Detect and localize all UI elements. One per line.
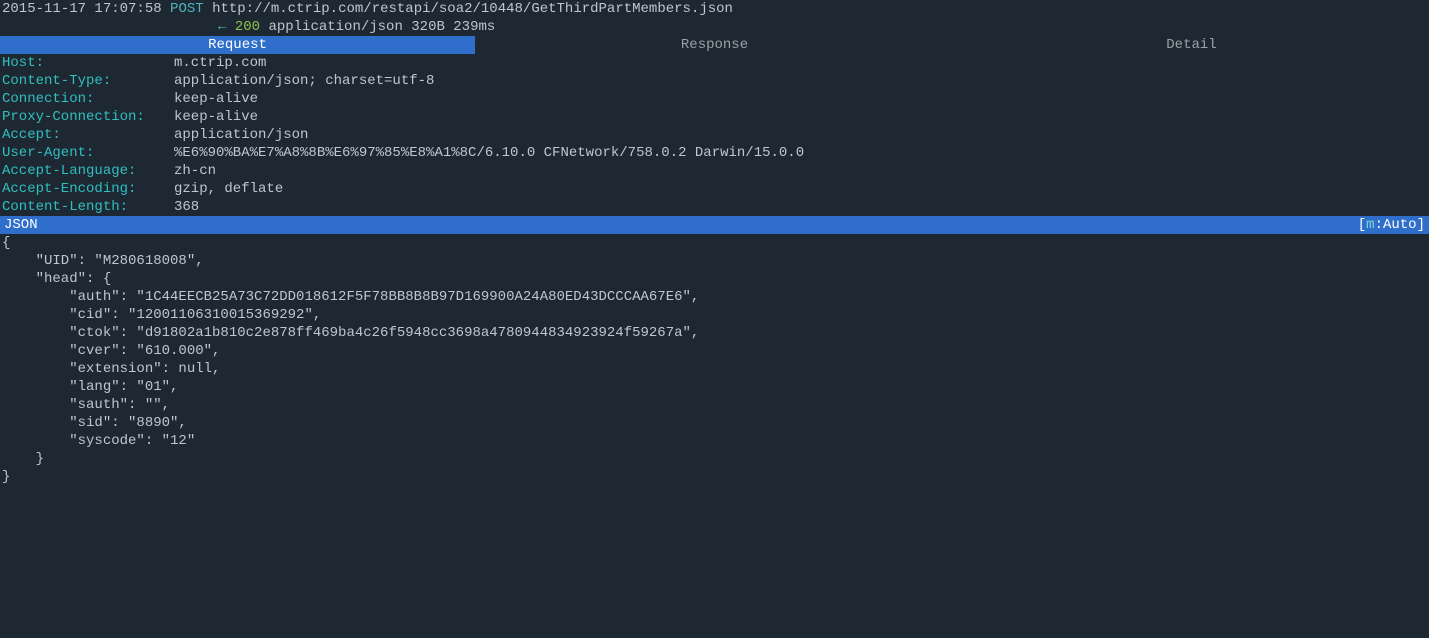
response-time: 239ms	[453, 19, 495, 35]
request-body[interactable]: { "UID": "M280618008", "head": { "auth":…	[0, 234, 1429, 486]
header-key: Proxy-Connection:	[2, 108, 174, 126]
summary-line-1: 2015-11-17 17:07:58 POST http://m.ctrip.…	[2, 0, 1427, 18]
header-row: User-Agent:%E6%90%BA%E7%A8%8B%E6%97%85%E…	[2, 144, 1427, 162]
header-key: Accept-Encoding:	[2, 180, 174, 198]
request-url: http://m.ctrip.com/restapi/soa2/10448/Ge…	[212, 1, 733, 17]
header-value: zh-cn	[174, 162, 216, 180]
header-row: Host:m.ctrip.com	[2, 54, 1427, 72]
header-value: m.ctrip.com	[174, 54, 266, 72]
summary-line-2: ← 200 application/json 320B 239ms	[2, 18, 1427, 36]
header-row: Accept:application/json	[2, 126, 1427, 144]
header-key: Connection:	[2, 90, 174, 108]
tabs: Request Response Detail	[0, 36, 1429, 54]
tab-request[interactable]: Request	[0, 36, 477, 54]
request-headers: Host:m.ctrip.comContent-Type:application…	[0, 54, 1429, 216]
header-value: application/json; charset=utf-8	[174, 72, 434, 90]
timestamp: 2015-11-17 17:07:58	[2, 1, 162, 17]
header-row: Accept-Encoding:gzip, deflate	[2, 180, 1427, 198]
header-row: Content-Type:application/json; charset=u…	[2, 72, 1427, 90]
status-code: 200	[235, 19, 260, 35]
header-row: Content-Length:368	[2, 198, 1427, 216]
header-row: Proxy-Connection:keep-alive	[2, 108, 1427, 126]
header-value: application/json	[174, 126, 308, 144]
tab-response[interactable]: Response	[477, 36, 954, 54]
response-size: 320B	[411, 19, 445, 35]
header-value: %E6%90%BA%E7%A8%8B%E6%97%85%E8%A1%8C/6.1…	[174, 144, 804, 162]
body-mode-indicator[interactable]: [m:Auto]	[1358, 216, 1425, 234]
response-arrow-icon: ←	[218, 19, 226, 35]
http-method: POST	[170, 1, 204, 17]
header-key: Accept-Language:	[2, 162, 174, 180]
tab-detail[interactable]: Detail	[954, 36, 1429, 54]
header-key: User-Agent:	[2, 144, 174, 162]
body-format-bar: JSON [m:Auto]	[0, 216, 1429, 234]
header-key: Accept:	[2, 126, 174, 144]
header-key: Host:	[2, 54, 174, 72]
header-key: Content-Length:	[2, 198, 174, 216]
request-summary: 2015-11-17 17:07:58 POST http://m.ctrip.…	[0, 0, 1429, 36]
header-row: Accept-Language:zh-cn	[2, 162, 1427, 180]
header-value: keep-alive	[174, 108, 258, 126]
header-value: keep-alive	[174, 90, 258, 108]
header-row: Connection:keep-alive	[2, 90, 1427, 108]
header-value: 368	[174, 198, 199, 216]
header-value: gzip, deflate	[174, 180, 283, 198]
body-format-label: JSON	[4, 216, 38, 234]
response-content-type: application/json	[268, 19, 402, 35]
header-key: Content-Type:	[2, 72, 174, 90]
